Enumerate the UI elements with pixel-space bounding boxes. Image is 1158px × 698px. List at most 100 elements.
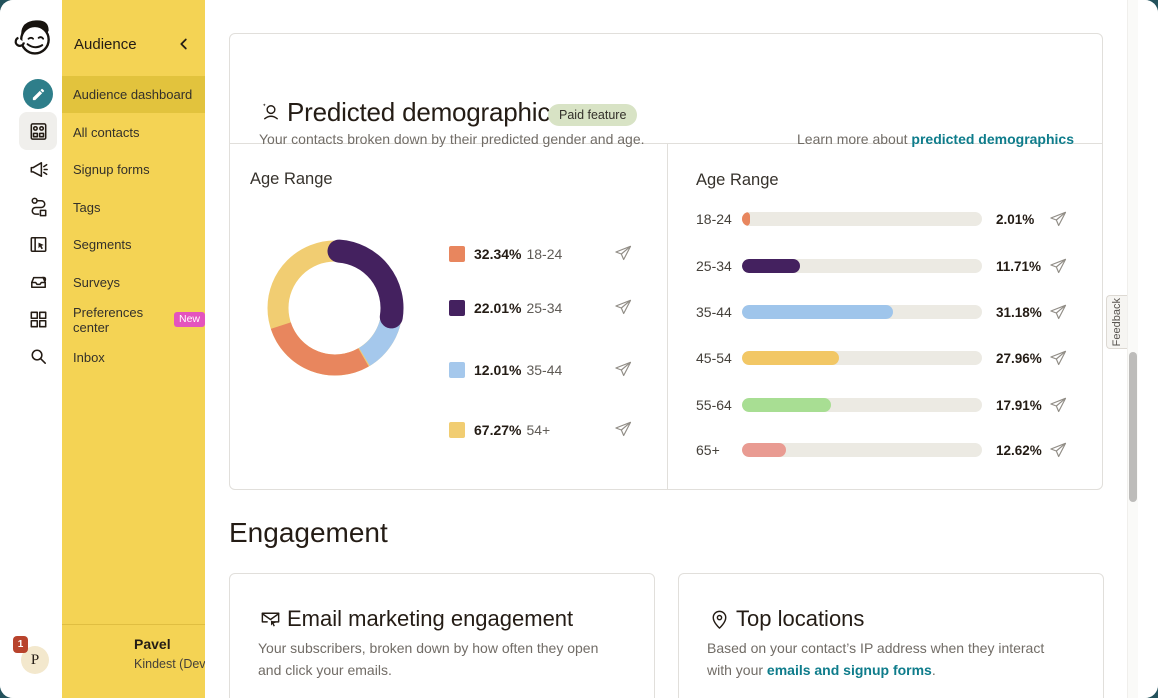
learn-more-text: Learn more about predicted demographics: [797, 131, 1074, 147]
engagement-heading: Engagement: [229, 517, 388, 549]
scrollbar-track[interactable]: [1127, 0, 1138, 698]
send-campaign-button[interactable]: [1048, 440, 1068, 460]
legend-row: 32.34% 18-24: [449, 245, 562, 262]
sidebar-item-preferences-center[interactable]: Preferences center New: [62, 301, 205, 338]
legend-swatch: [449, 246, 465, 262]
legend-swatch: [449, 300, 465, 316]
age-range-donut-chart: [265, 238, 405, 378]
bar-track: [742, 398, 982, 412]
bar-label: 65+: [696, 442, 720, 458]
journey-icon: [27, 195, 50, 218]
mailchimp-logo-icon[interactable]: [12, 14, 56, 64]
column-divider: [667, 144, 668, 490]
send-campaign-button[interactable]: [613, 359, 633, 379]
bar-value: 17.91%: [996, 398, 1042, 413]
paper-plane-icon: [613, 297, 633, 317]
integrations-nav-icon[interactable]: [19, 300, 57, 338]
bar-track: [742, 259, 982, 273]
top-locations-card: Top locations Based on your contact’s IP…: [678, 573, 1104, 698]
paper-plane-icon: [1048, 209, 1068, 229]
bars-panel-title: Age Range: [696, 171, 779, 190]
sidebar-item-segments[interactable]: Segments: [62, 226, 205, 263]
new-badge: New: [174, 312, 205, 327]
send-campaign-button[interactable]: [613, 243, 633, 263]
paper-plane-icon: [613, 419, 633, 439]
megaphone-icon: [27, 158, 50, 181]
legend-label: 54+: [526, 422, 550, 438]
paper-plane-icon: [1048, 256, 1068, 276]
grid-icon: [27, 308, 50, 331]
sidebar-item-tags[interactable]: Tags: [62, 189, 205, 226]
sidebar-item-signup-forms[interactable]: Signup forms: [62, 151, 205, 188]
bar-fill: [742, 398, 831, 412]
legend-row: 12.01% 35-44: [449, 361, 562, 378]
demographics-card-header: Predicted demographics Paid feature Your…: [230, 34, 1102, 144]
bar-track: [742, 443, 982, 457]
create-button[interactable]: [23, 79, 53, 109]
paid-feature-badge: Paid feature: [548, 104, 637, 126]
bar-label: 55-64: [696, 397, 732, 413]
send-campaign-button[interactable]: [613, 297, 633, 317]
bar-value: 2.01%: [996, 212, 1034, 227]
bar-label: 25-34: [696, 258, 732, 274]
emails-signup-forms-link[interactable]: emails and signup forms: [767, 662, 932, 678]
sidebar-item-all-contacts[interactable]: All contacts: [62, 114, 205, 151]
contacts-icon: [27, 120, 50, 143]
paper-plane-icon: [1048, 302, 1068, 322]
surveys-nav-icon[interactable]: [19, 262, 57, 300]
sidebar-item-audience-dashboard[interactable]: Audience dashboard: [62, 76, 205, 113]
donut-panel-title: Age Range: [250, 170, 333, 189]
paper-plane-icon: [1048, 395, 1068, 415]
window-cursor-icon: [27, 233, 50, 256]
main-content: Predicted demographics Paid feature Your…: [205, 0, 1158, 698]
bar-label: 18-24: [696, 211, 732, 227]
send-campaign-button[interactable]: [1048, 302, 1068, 322]
card-title: Predicted demographics: [287, 97, 563, 128]
feedback-tab[interactable]: Feedback: [1106, 295, 1127, 349]
predicted-demographics-link[interactable]: predicted demographics: [911, 131, 1074, 147]
legend-label: 25-34: [526, 300, 562, 316]
paper-plane-icon: [613, 243, 633, 263]
map-pin-icon: [708, 608, 731, 631]
send-campaign-button[interactable]: [1048, 395, 1068, 415]
bar-fill: [742, 305, 893, 319]
notification-count-badge: 1: [13, 636, 28, 653]
collapse-sidebar-button[interactable]: [175, 35, 193, 53]
legend-percent: 32.34%: [474, 246, 521, 262]
bar-track: [742, 212, 982, 226]
bar-fill: [742, 259, 800, 273]
sidebar-header: Audience: [62, 30, 205, 60]
sidebar-item-inbox[interactable]: Inbox: [62, 339, 205, 376]
campaigns-nav-icon[interactable]: [19, 150, 57, 188]
email-card-title: Email marketing engagement: [287, 606, 573, 632]
donut-segment-18-24: [281, 326, 364, 365]
search-icon: [27, 345, 50, 368]
send-campaign-button[interactable]: [1048, 348, 1068, 368]
scrollbar-thumb[interactable]: [1129, 352, 1137, 502]
chevron-left-icon: [175, 35, 193, 53]
search-nav-icon[interactable]: [19, 337, 57, 375]
paper-plane-icon: [1048, 440, 1068, 460]
bar-fill: [742, 351, 839, 365]
bar-value: 12.62%: [996, 443, 1042, 458]
automations-nav-icon[interactable]: [19, 187, 57, 225]
predicted-demographics-card: Predicted demographics Paid feature Your…: [229, 33, 1103, 490]
bar-value: 31.18%: [996, 305, 1042, 320]
email-engagement-card: Email marketing engagement Your subscrib…: [229, 573, 655, 698]
legend-row: 67.27% 54+: [449, 421, 550, 438]
legend-swatch: [449, 422, 465, 438]
audience-sidebar: Audience Audience dashboard All contacts…: [62, 0, 205, 698]
send-campaign-button[interactable]: [613, 419, 633, 439]
website-nav-icon[interactable]: [19, 225, 57, 263]
paper-plane-icon: [1048, 348, 1068, 368]
sidebar-divider: [62, 624, 205, 625]
send-campaign-button[interactable]: [1048, 256, 1068, 276]
send-campaign-button[interactable]: [1048, 209, 1068, 229]
locations-card-subtitle: Based on your contact’s IP address when …: [707, 638, 1067, 681]
pencil-icon: [31, 87, 46, 102]
bar-value: 27.96%: [996, 351, 1042, 366]
bar-label: 35-44: [696, 304, 732, 320]
bar-track: [742, 351, 982, 365]
audience-nav-icon[interactable]: [19, 112, 57, 150]
sidebar-item-surveys[interactable]: Surveys: [62, 264, 205, 301]
